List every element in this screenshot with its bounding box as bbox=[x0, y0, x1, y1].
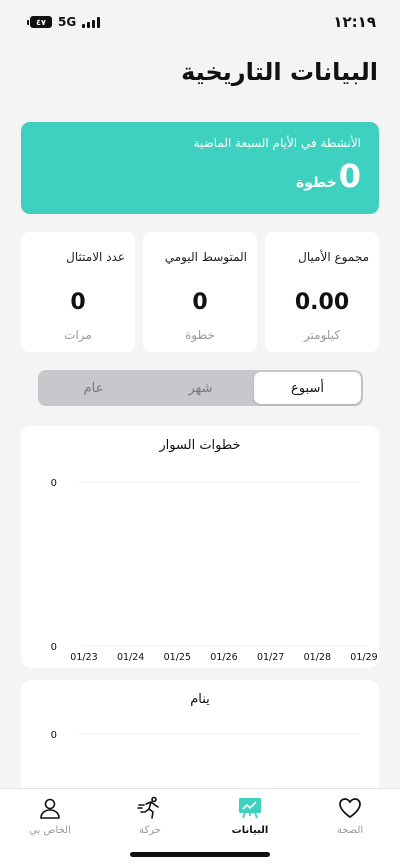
tab-label: الخاص بي bbox=[29, 825, 71, 836]
summary-value-row: 0 خطوة bbox=[39, 160, 361, 192]
segment-week[interactable]: أسبوع bbox=[254, 372, 361, 404]
summary-unit: خطوة bbox=[295, 175, 337, 191]
x-tick-label: 01/23 bbox=[70, 652, 97, 663]
stat-value: 0 bbox=[70, 290, 86, 315]
segment-month[interactable]: شهر bbox=[147, 372, 254, 404]
stat-unit: كيلومتر bbox=[303, 328, 341, 342]
x-tick-label: 01/27 bbox=[257, 652, 284, 663]
stat-compliance-count: عدد الامتثال 0 مرات bbox=[21, 232, 135, 352]
y-tick-label: 0 bbox=[51, 642, 57, 653]
period-segmented-control: أسبوع شهر عام bbox=[38, 370, 363, 406]
running-icon bbox=[136, 795, 164, 821]
stat-label: عدد الامتثال bbox=[66, 250, 125, 264]
tab-label: الصحة bbox=[336, 825, 364, 836]
x-tick-label: 01/26 bbox=[210, 652, 237, 663]
x-tick-label: 01/29 bbox=[350, 652, 377, 663]
tab-label: حركة bbox=[139, 825, 161, 836]
status-bar: ٤٧ 5G ١٢:١٩ bbox=[0, 0, 400, 44]
stat-label: مجموع الأميال bbox=[298, 250, 369, 264]
tab-label: البيانات bbox=[231, 825, 269, 836]
stat-label: المتوسط اليومي bbox=[164, 250, 247, 264]
signal-icon bbox=[82, 16, 101, 28]
stat-unit: مرات bbox=[64, 328, 92, 342]
stat-total-distance: مجموع الأميال 0.00 كيلومتر bbox=[265, 232, 379, 352]
segment-year[interactable]: عام bbox=[40, 372, 147, 404]
stat-value: 0.00 bbox=[294, 290, 350, 315]
stat-unit: خطوة bbox=[185, 328, 215, 342]
data-point bbox=[176, 645, 179, 647]
data-point bbox=[129, 645, 132, 647]
home-indicator bbox=[130, 852, 270, 857]
data-point bbox=[83, 645, 85, 647]
y-tick-label: 0 bbox=[51, 478, 57, 489]
person-icon bbox=[36, 795, 64, 821]
tab-health[interactable]: الصحة bbox=[300, 789, 400, 865]
tab-profile[interactable]: الخاص بي bbox=[0, 789, 100, 865]
data-point bbox=[363, 645, 365, 647]
status-time: ١٢:١٩ bbox=[333, 13, 376, 31]
data-point bbox=[223, 645, 225, 647]
weekly-summary-card[interactable]: الأنشطة في الأيام السبعة الماضية 0 خطوة bbox=[21, 122, 379, 214]
page-title: البيانات التاريخية bbox=[181, 58, 378, 86]
stat-daily-average: المتوسط اليومي 0 خطوة bbox=[143, 232, 257, 352]
band-steps-chart-card: خطوات السوار 0 0 01/23 01/24 01/25 01/26 01/27… bbox=[21, 426, 379, 668]
summary-value: 0 bbox=[338, 157, 361, 195]
sleep-chart: 0 bbox=[51, 730, 359, 741]
x-tick-label: 01/24 bbox=[117, 652, 144, 663]
x-tick-label: 01/25 bbox=[164, 652, 191, 663]
stat-value: 0 bbox=[192, 290, 208, 315]
data-point bbox=[316, 645, 319, 647]
band-steps-chart: 0 0 01/23 01/24 01/25 01/26 01/27 01/28 01/29 bbox=[51, 478, 378, 663]
network-label: 5G bbox=[58, 15, 77, 29]
battery-icon: ٤٧ bbox=[27, 16, 52, 28]
stats-row: مجموع الأميال 0.00 كيلومتر المتوسط اليوم… bbox=[21, 232, 379, 352]
status-left: ٤٧ 5G bbox=[27, 15, 101, 29]
y-tick-label: 0 bbox=[51, 730, 57, 741]
data-point bbox=[269, 645, 272, 647]
chart-board-icon bbox=[236, 795, 264, 821]
summary-caption: الأنشطة في الأيام السبعة الماضية bbox=[193, 136, 361, 150]
heart-icon bbox=[336, 795, 364, 821]
x-tick-label: 01/28 bbox=[304, 652, 331, 663]
sleep-chart-card: ينام 0 bbox=[21, 680, 379, 800]
